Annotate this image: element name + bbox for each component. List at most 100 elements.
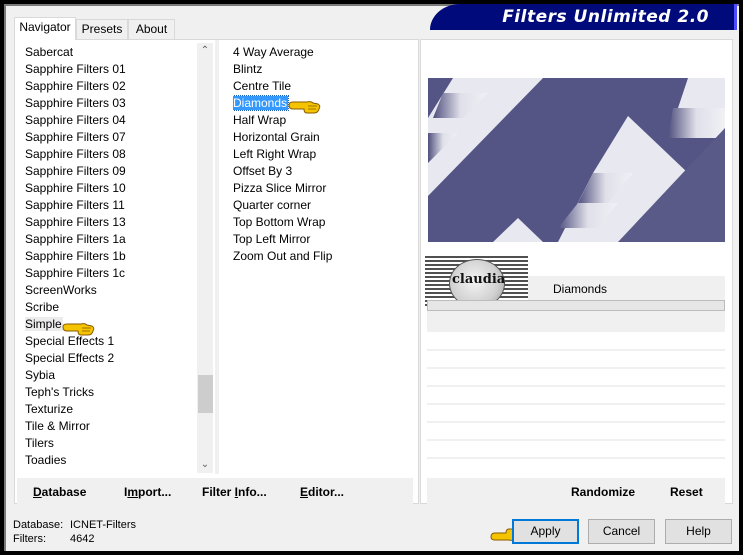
list-item[interactable]: Horizontal Grain xyxy=(233,129,413,146)
app-title: Filters Unlimited 2.0 xyxy=(502,7,709,27)
list-item[interactable]: Sabercat xyxy=(25,44,197,61)
selected-filter-name: Diamonds xyxy=(553,282,608,296)
list-item-label: Sapphire Filters 07 xyxy=(25,130,126,144)
list-item-label: Texturize xyxy=(25,402,74,416)
filters-count: 4642 xyxy=(70,533,95,545)
list-item[interactable]: Texturize xyxy=(25,401,197,418)
list-item-label: Top Bottom Wrap xyxy=(233,215,326,229)
list-item[interactable]: Sapphire Filters 07 xyxy=(25,129,197,146)
progress-area xyxy=(427,311,725,332)
list-item-label: Special Effects 2 xyxy=(25,351,115,365)
list-item[interactable]: Sapphire Filters 09 xyxy=(25,163,197,180)
list-item[interactable]: Special Effects 2 xyxy=(25,350,197,367)
list-item-label: Transparency xyxy=(25,470,99,472)
list-item-label: Top Left Mirror xyxy=(233,232,311,246)
list-item-label: Sapphire Filters 02 xyxy=(25,79,126,93)
list-item[interactable]: Toadies xyxy=(25,452,197,469)
navigator-button-bar: Database Import... Filter Info... Editor… xyxy=(17,478,413,506)
list-item[interactable]: Diamonds xyxy=(233,95,413,112)
list-item[interactable]: Quarter corner xyxy=(233,197,413,214)
list-item[interactable]: Blintz xyxy=(233,61,413,78)
pointing-hand-icon xyxy=(62,323,95,336)
list-item[interactable]: Sapphire Filters 01 xyxy=(25,61,197,78)
list-item[interactable]: Pizza Slice Mirror xyxy=(233,180,413,197)
database-button[interactable]: Database xyxy=(33,485,86,499)
list-item[interactable]: Sapphire Filters 02 xyxy=(25,78,197,95)
status-database: Database: ICNET-Filters xyxy=(13,519,136,531)
filter-list[interactable]: 4 Way Average Blintz Centre Tile Diamonds Ha… xyxy=(233,44,413,274)
list-item[interactable]: Zoom Out and Flip xyxy=(233,248,413,265)
list-item[interactable]: 4 Way Average xyxy=(233,44,413,61)
list-item-label: Teph's Tricks xyxy=(25,385,94,399)
list-item[interactable]: Sybia xyxy=(25,367,197,384)
list-item[interactable]: Teph's Tricks xyxy=(25,384,197,401)
list-item-label: Scribe xyxy=(25,300,60,314)
tab-presets[interactable]: Presets xyxy=(76,19,128,39)
list-item[interactable]: Scribe xyxy=(25,299,197,316)
list-item-label: Zoom Out and Flip xyxy=(233,249,333,263)
list-item[interactable]: Sapphire Filters 03 xyxy=(25,95,197,112)
list-item[interactable]: Centre Tile xyxy=(233,78,413,95)
parameter-row xyxy=(427,457,725,459)
list-divider xyxy=(215,40,219,474)
list-item-label: Half Wrap xyxy=(233,113,287,127)
parameter-row xyxy=(427,421,725,423)
list-item[interactable]: Offset By 3 xyxy=(233,163,413,180)
parameter-row xyxy=(427,439,725,441)
chevron-down-icon[interactable]: ⌄ xyxy=(197,457,213,473)
filter-preview-image xyxy=(428,78,725,242)
list-item[interactable]: Sapphire Filters 04 xyxy=(25,112,197,129)
list-item-label: Pizza Slice Mirror xyxy=(233,181,327,195)
list-item-label: Sapphire Filters 01 xyxy=(25,62,126,76)
list-item[interactable]: Tilers xyxy=(25,435,197,452)
status-filters: Filters: 4642 xyxy=(13,533,94,545)
list-item-label: 4 Way Average xyxy=(233,45,314,59)
list-item[interactable]: Sapphire Filters 1b xyxy=(25,248,197,265)
list-item[interactable]: Top Left Mirror xyxy=(233,231,413,248)
list-item[interactable]: Top Bottom Wrap xyxy=(233,214,413,231)
list-item-label: Sapphire Filters 09 xyxy=(25,164,126,178)
progress-bar xyxy=(427,300,725,311)
filter-info-button[interactable]: Filter Info... xyxy=(202,485,267,499)
list-item[interactable]: Simple xyxy=(25,316,197,333)
filters-label: Filters: xyxy=(13,533,46,545)
list-item-label: Simple xyxy=(25,317,63,331)
help-button[interactable]: Help xyxy=(665,519,732,544)
list-item[interactable]: Sapphire Filters 1c xyxy=(25,265,197,282)
list-item[interactable]: Sapphire Filters 08 xyxy=(25,146,197,163)
list-item-label: Sapphire Filters 1c xyxy=(25,266,126,280)
list-item[interactable]: Left Right Wrap xyxy=(233,146,413,163)
reset-button[interactable]: Reset xyxy=(670,485,703,499)
list-item[interactable]: Tile & Mirror xyxy=(25,418,197,435)
editor-button[interactable]: Editor... xyxy=(300,485,344,499)
list-item[interactable]: Transparency xyxy=(25,469,197,472)
list-item-label: Toadies xyxy=(25,453,67,467)
list-item-label: Sapphire Filters 1b xyxy=(25,249,126,263)
category-list[interactable]: Sabercat Sapphire Filters 01 Sapphire Filt… xyxy=(25,44,197,472)
parameter-row xyxy=(427,385,725,387)
list-item-label: Sabercat xyxy=(25,45,74,59)
scrollbar-thumb[interactable] xyxy=(198,375,213,413)
list-item-label: Sapphire Filters 03 xyxy=(25,96,126,110)
list-item[interactable]: Sapphire Filters 10 xyxy=(25,180,197,197)
list-item[interactable]: Sapphire Filters 1a xyxy=(25,231,197,248)
tab-navigator[interactable]: Navigator xyxy=(14,17,76,40)
database-label: Database: xyxy=(13,519,64,531)
database-value: ICNET-Filters xyxy=(70,519,136,531)
category-scrollbar[interactable]: ⌃ ⌄ xyxy=(197,43,213,473)
list-item[interactable]: Special Effects 1 xyxy=(25,333,197,350)
list-item[interactable]: ScreenWorks xyxy=(25,282,197,299)
randomize-button[interactable]: Randomize xyxy=(571,485,635,499)
list-item-label: Diamonds xyxy=(233,95,290,111)
list-item[interactable]: Sapphire Filters 11 xyxy=(25,197,197,214)
list-item[interactable]: Half Wrap xyxy=(233,112,413,129)
preview-button-bar: Randomize Reset xyxy=(427,478,725,506)
apply-button[interactable]: Apply xyxy=(512,519,579,544)
chevron-up-icon[interactable]: ⌃ xyxy=(197,43,213,59)
list-item-label: Sapphire Filters 08 xyxy=(25,147,126,161)
list-item[interactable]: Sapphire Filters 13 xyxy=(25,214,197,231)
cancel-button[interactable]: Cancel xyxy=(588,519,655,544)
import-button[interactable]: Import... xyxy=(124,485,171,499)
banner-edge xyxy=(734,4,737,30)
tab-about[interactable]: About xyxy=(128,19,175,39)
